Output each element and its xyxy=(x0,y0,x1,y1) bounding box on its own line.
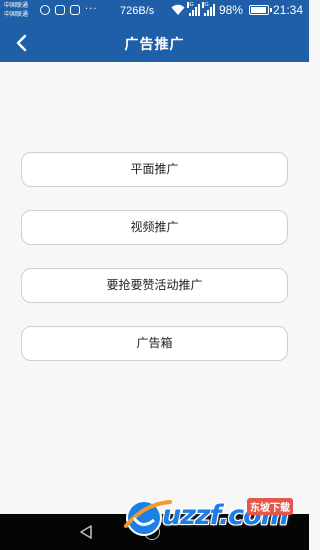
more-notifications-icon: ··· xyxy=(85,4,98,15)
notification-message-icon xyxy=(55,5,65,15)
notification-app-icon xyxy=(40,5,50,15)
wifi-icon xyxy=(171,4,185,15)
promotion-menu: 平面推广 视频推广 要抢要赞活动推广 广告箱 xyxy=(21,152,288,384)
carrier-label-2: 中国联通 xyxy=(4,11,29,18)
title-bar: 广告推广 xyxy=(0,24,309,62)
signal-2g-label: 2G xyxy=(201,2,209,8)
battery-icon xyxy=(248,5,272,15)
carrier-info: 中国联通 中国联通 xyxy=(4,1,28,19)
signal-4g-icon: 4G xyxy=(186,2,200,16)
carrier-label-1: 中国联通 xyxy=(4,2,29,9)
notification-icons: ··· xyxy=(40,5,98,15)
status-bar: 中国联通 中国联通 ··· 726B/s 4G 2G 98% 21:34 xyxy=(0,0,309,24)
signal-2g-icon: 2G xyxy=(201,2,215,16)
watermark: uzzf.com 东坡下载 xyxy=(120,484,305,542)
battery-percent: 98% xyxy=(218,3,243,17)
signal-4g-label: 4G xyxy=(186,2,194,8)
clock: 21:34 xyxy=(272,3,303,17)
status-right: 4G 2G 98% 21:34 xyxy=(171,2,303,17)
battery-level-fill xyxy=(250,7,266,13)
notification-image-icon xyxy=(70,5,80,15)
watermark-tagline: 东坡下载 xyxy=(247,498,293,515)
video-promotion-button[interactable]: 视频推广 xyxy=(21,210,288,245)
network-speed: 726B/s xyxy=(120,5,155,17)
nav-back-icon[interactable] xyxy=(78,524,94,540)
print-promotion-button[interactable]: 平面推广 xyxy=(21,152,288,187)
ad-box-button[interactable]: 广告箱 xyxy=(21,326,288,361)
like-activity-promotion-button[interactable]: 要抢要赞活动推广 xyxy=(21,268,288,303)
page-title: 广告推广 xyxy=(124,37,185,53)
